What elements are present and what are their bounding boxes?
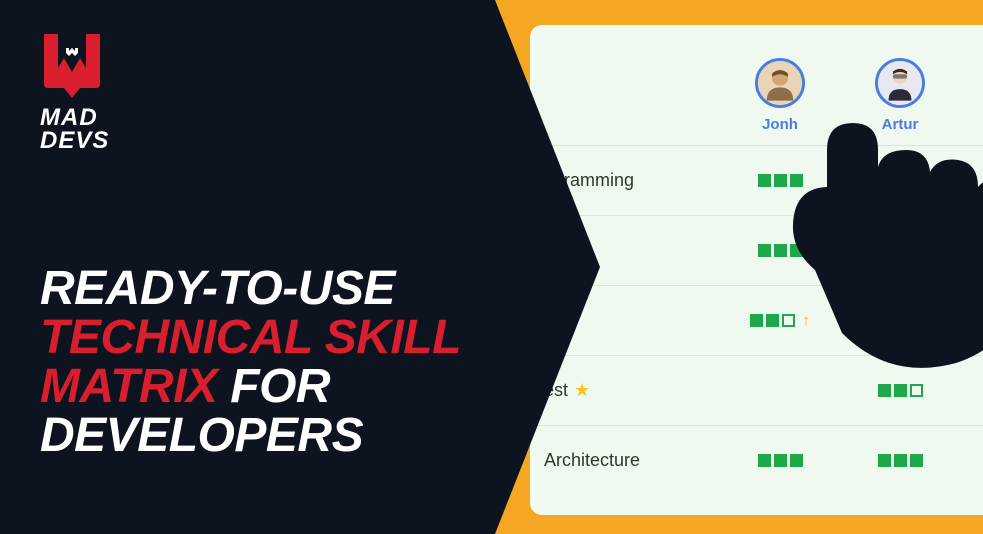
- headline-part2: TECHNICAL SKILL: [40, 311, 461, 364]
- headline-part4: FOR: [217, 360, 330, 413]
- logo-line2: DEVS: [40, 130, 150, 153]
- score-cell: [960, 426, 983, 495]
- headline-part3: MATRIX: [40, 360, 217, 413]
- mad-devs-logo: MAD DEVS: [40, 28, 150, 153]
- score-cell: [840, 426, 960, 495]
- pointing-hand-icon: [780, 95, 983, 375]
- headline-part5: DEVELOPERS: [40, 409, 363, 462]
- score-cell: [720, 426, 840, 495]
- headline: READY-TO-USE TECHNICAL SKILL MATRIX FOR …: [40, 265, 461, 461]
- logo-mark-icon: [40, 28, 104, 98]
- headline-part1: READY-TO-USE: [40, 262, 395, 315]
- logo-text: MAD DEVS: [40, 107, 150, 153]
